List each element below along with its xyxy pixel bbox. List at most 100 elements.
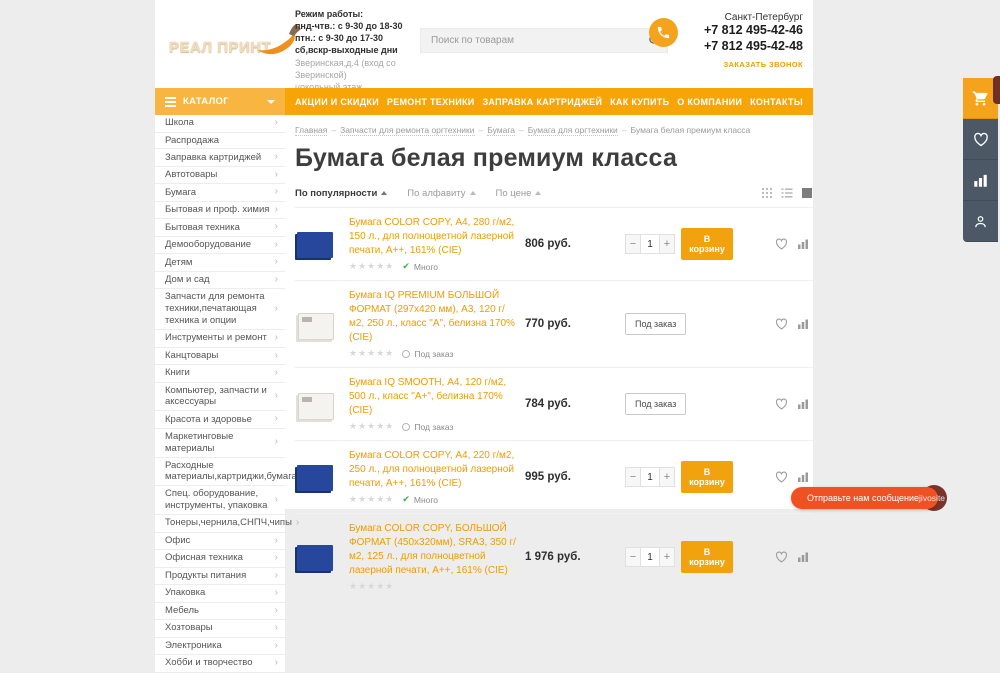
breadcrumb-link[interactable]: Бумага для оргтехники [528, 125, 618, 136]
right-edge-tab[interactable] [993, 76, 1000, 104]
add-to-cart-button[interactable]: В корзину [681, 541, 733, 573]
sidebar-category-item[interactable]: Детям › [155, 254, 285, 272]
chevron-right-icon: › [275, 622, 278, 635]
product-image[interactable] [295, 226, 337, 262]
breadcrumb-link[interactable]: Запчасти для ремонта оргтехники [340, 125, 474, 136]
product-title-link[interactable]: Бумага COLOR COPY, А4, 220 г/м2, 250 л.,… [349, 449, 517, 491]
favorite-icon[interactable] [775, 318, 788, 330]
favorite-icon[interactable] [775, 398, 788, 410]
sidebar-category-item[interactable]: Спец. оборудование, инструменты, упаковк… [155, 486, 285, 515]
sort-option[interactable]: По цене [496, 188, 542, 199]
account-button[interactable] [963, 201, 998, 242]
quantity-input[interactable] [641, 467, 659, 487]
callback-link[interactable]: ЗАКАЗАТЬ ЗВОНОК [724, 60, 804, 69]
sidebar-category-item[interactable]: Бытовая и проф. химия › [155, 202, 285, 220]
decrease-quantity-button[interactable]: − [625, 234, 641, 254]
product-image[interactable] [295, 539, 337, 575]
sidebar-category-item[interactable]: Инструменты и ремонт › [155, 330, 285, 348]
phone-number[interactable]: +7 812 495-42-46 [683, 23, 803, 39]
breadcrumb-link[interactable]: Бумага [487, 125, 515, 136]
increase-quantity-button[interactable]: + [659, 547, 675, 567]
list-view-icon[interactable] [781, 187, 793, 199]
favorite-icon[interactable] [775, 238, 788, 250]
sidebar-category-item[interactable]: Хозтовары › [155, 620, 285, 638]
product-controls: Под заказ [625, 313, 733, 335]
product-title-link[interactable]: Бумага IQ SMOOTH, А4, 120 г/м2, 500 л., … [349, 376, 517, 418]
sidebar-category-item[interactable]: Тонеры,чернила,СНПЧ,чипы › [155, 515, 285, 533]
order-button[interactable]: Под заказ [625, 313, 686, 335]
decrease-quantity-button[interactable]: − [625, 467, 641, 487]
nav-menu-item[interactable]: КОНТАКТЫ [750, 97, 803, 107]
chat-widget[interactable]: Отправьте нам сообщение jivosite [791, 487, 938, 509]
favorite-icon[interactable] [775, 551, 788, 563]
sidebar-category-item[interactable]: Школа › [155, 115, 285, 133]
breadcrumb-link[interactable]: Главная [295, 125, 327, 136]
add-to-cart-button[interactable]: В корзину [681, 228, 733, 260]
sidebar-category-item[interactable]: Мебель › [155, 603, 285, 621]
sidebar-category-item[interactable]: Компьютер, запчасти и аксессуары › [155, 383, 285, 412]
sidebar-category-item[interactable]: Расходные материалы,картриджи,бумага › [155, 458, 285, 487]
increase-quantity-button[interactable]: + [659, 234, 675, 254]
sidebar-category-item[interactable]: Запчасти для ремонта техники,печатающая … [155, 289, 285, 330]
add-to-cart-button[interactable]: В корзину [681, 461, 733, 493]
catalog-menu-button[interactable]: КАТАЛОГ [155, 88, 285, 115]
product-title-link[interactable]: Бумага COLOR COPY, А4, 280 г/м2, 150 л.,… [349, 216, 517, 258]
sidebar-category-label: Заправка картриджей [165, 152, 271, 164]
quantity-input[interactable] [641, 547, 659, 567]
table-view-icon[interactable] [801, 187, 813, 199]
sidebar-category-item[interactable]: Продукты питания › [155, 568, 285, 586]
increase-quantity-button[interactable]: + [659, 467, 675, 487]
sidebar-category-item[interactable]: Бумага › [155, 184, 285, 202]
product-image[interactable] [295, 459, 337, 495]
compare-icon[interactable] [797, 471, 809, 483]
sidebar-category-item[interactable]: Бытовая техника › [155, 219, 285, 237]
order-button[interactable]: Под заказ [625, 393, 686, 415]
compare-button[interactable] [963, 160, 998, 201]
quantity-input[interactable] [641, 234, 659, 254]
phone-number[interactable]: +7 812 495-42-48 [683, 39, 803, 55]
sidebar-category-item[interactable]: Электроника › [155, 638, 285, 656]
product-controls: −+ В корзину [625, 461, 733, 493]
favorite-icon[interactable] [775, 471, 788, 483]
grid-view-icon[interactable] [761, 187, 773, 199]
sidebar-category-item[interactable]: Маркетинговые материалы › [155, 429, 285, 458]
sidebar-category-item[interactable]: Распродажа [155, 133, 285, 150]
availability-icon [402, 423, 410, 431]
compare-icon[interactable] [797, 318, 809, 330]
sidebar-category-item[interactable]: Хобби и творчество › [155, 655, 285, 673]
chevron-right-icon: › [275, 390, 278, 403]
product-row: Бумага IQ SMOOTH, А4, 120 г/м2, 500 л., … [295, 367, 813, 440]
sidebar-category-item[interactable]: Упаковка › [155, 585, 285, 603]
compare-icon[interactable] [797, 551, 809, 563]
nav-menu-item[interactable]: РЕМОНТ ТЕХНИКИ [387, 97, 475, 107]
sidebar-category-item[interactable]: Красота и здоровье › [155, 411, 285, 429]
product-image[interactable] [295, 386, 337, 422]
sort-option[interactable]: По популярности [295, 188, 387, 199]
site-logo[interactable]: РЕАЛ ПРИНТ [169, 22, 294, 68]
schedule-line: птн.: с 9-30 до 17-30 [295, 32, 417, 44]
sidebar-category-item[interactable]: Канцтовары › [155, 348, 285, 366]
product-title-link[interactable]: Бумага COLOR COPY, БОЛЬШОЙ ФОРМАТ (450х3… [349, 522, 517, 578]
sidebar-category-item[interactable]: Книги › [155, 365, 285, 383]
compare-icon[interactable] [797, 238, 809, 250]
search-input[interactable] [421, 29, 667, 52]
sidebar-category-item[interactable]: Автотовары › [155, 167, 285, 185]
phone-icon[interactable] [649, 18, 678, 47]
decrease-quantity-button[interactable]: − [625, 547, 641, 567]
product-title-link[interactable]: Бумага IQ PREMIUM БОЛЬШОЙ ФОРМАТ (297х42… [349, 289, 517, 345]
sort-option[interactable]: По алфавиту [407, 188, 475, 199]
product-image[interactable] [295, 306, 337, 342]
sidebar-category-item[interactable]: Дом и сад › [155, 272, 285, 290]
product-controls: −+ В корзину [625, 541, 733, 573]
sidebar-category-item[interactable]: Демооборудование › [155, 237, 285, 255]
nav-menu-item[interactable]: АКЦИИ И СКИДКИ [295, 97, 379, 107]
sidebar-category-item[interactable]: Офис › [155, 533, 285, 551]
caret-up-icon [381, 191, 387, 195]
nav-menu-item[interactable]: КАК КУПИТЬ [610, 97, 669, 107]
nav-menu-item[interactable]: О КОМПАНИИ [677, 97, 742, 107]
favorites-button[interactable] [963, 119, 998, 160]
sidebar-category-item[interactable]: Заправка картриджей › [155, 149, 285, 167]
compare-icon[interactable] [797, 398, 809, 410]
nav-menu-item[interactable]: ЗАПРАВКА КАРТРИДЖЕЙ [482, 97, 602, 107]
sidebar-category-item[interactable]: Офисная техника › [155, 550, 285, 568]
